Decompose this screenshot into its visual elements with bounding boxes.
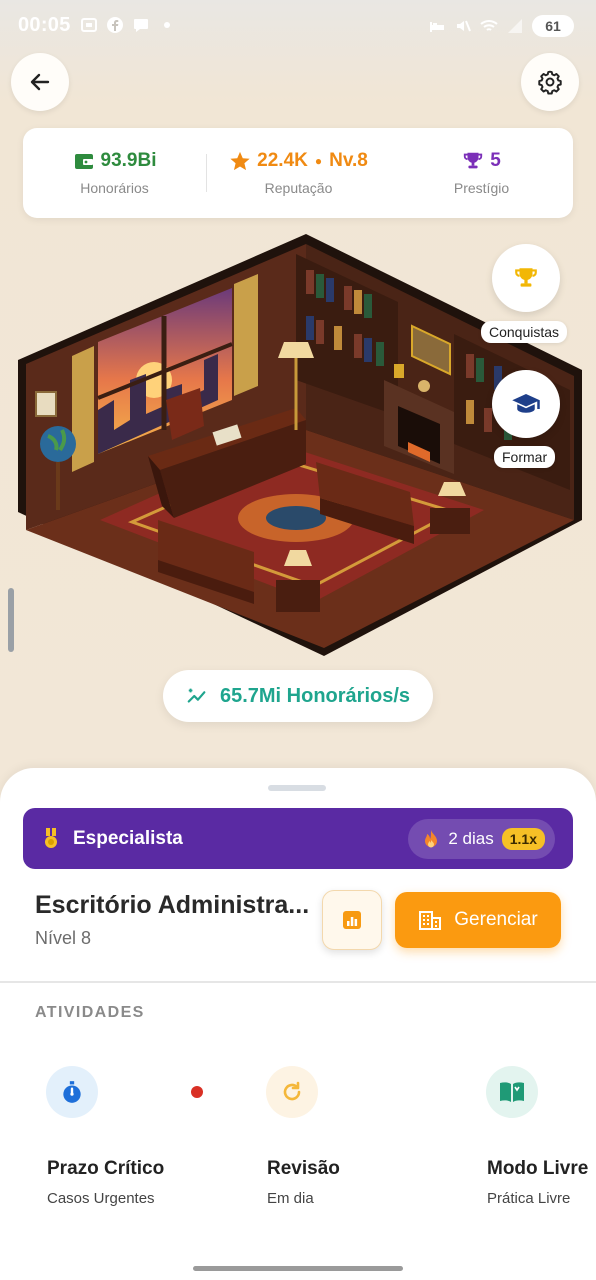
office-bottom-sheet: Especialista 2 dias 1.1x Escritório Admi… [0, 768, 596, 1280]
activity-subtitle: Em dia [267, 1190, 314, 1207]
bar-chart-icon [343, 911, 361, 929]
activity-title[interactable]: Prazo Crítico [47, 1158, 164, 1180]
chat-bubble-icon [134, 19, 148, 32]
manage-button[interactable]: Gerenciar [395, 892, 561, 948]
train-label[interactable]: Formar [494, 446, 556, 468]
notification-icons [80, 16, 170, 34]
resource-stats-card: 93.9Bi Honorários 22.4K ● Nv.8 Reputação… [23, 128, 573, 218]
medal-icon [45, 827, 57, 848]
reputation-stat: 22.4K ● Nv.8 Reputação [207, 128, 390, 218]
fire-icon [425, 830, 438, 848]
fees-value: 93.9Bi [100, 150, 157, 171]
battery-indicator: 61 [532, 15, 574, 37]
fees-label: Honorários [80, 180, 149, 196]
achievements-label[interactable]: Conquistas [481, 321, 568, 343]
prestige-stat: 5 Prestígio [390, 128, 573, 218]
notification-dot [191, 1086, 203, 1098]
system-indicators: 61 [428, 15, 574, 37]
income-rate-pill: 65.7Mi Honorários/s [163, 670, 433, 722]
more-notifications-dot [164, 22, 170, 28]
prestige-label: Prestígio [453, 180, 510, 196]
graduation-cap-icon [512, 394, 540, 413]
activity-subtitle: Prática Livre [487, 1190, 571, 1207]
refresh-icon [283, 1081, 301, 1101]
activity-critical-deadline-button[interactable] [46, 1066, 98, 1118]
stopwatch-icon [63, 1081, 81, 1103]
achievements-button[interactable] [492, 244, 560, 312]
multiplier-badge: 1.1x [501, 828, 545, 850]
income-rate-text: 65.7Mi Honorários/s [219, 684, 411, 707]
manage-label: Gerenciar [454, 909, 538, 930]
trophy-icon [515, 268, 537, 287]
status-bar: 00:05 61 [0, 0, 596, 54]
activity-title[interactable]: Modo Livre [487, 1158, 588, 1180]
trophy-icon [464, 152, 483, 169]
activity-subtitle: Casos Urgentes [47, 1190, 155, 1207]
stats-chart-button[interactable] [322, 890, 382, 950]
wifi-icon [480, 20, 498, 31]
train-button[interactable] [492, 370, 560, 438]
bed-icon [430, 22, 444, 32]
reputation-label: Reputação [264, 180, 333, 196]
home-indicator[interactable] [193, 1266, 403, 1271]
trend-sparkle-icon [187, 688, 206, 703]
sheet-drag-handle[interactable] [268, 785, 326, 791]
reputation-level: Nv.8 [329, 150, 368, 171]
activity-free-mode-button[interactable] [486, 1066, 538, 1118]
streak-days: 2 dias [448, 829, 494, 848]
edge-scroll-handle[interactable] [8, 588, 14, 652]
office-level: Nível 8 [35, 928, 92, 948]
wallet-icon [74, 154, 93, 169]
gear-icon [538, 70, 562, 95]
prestige-value: 5 [490, 150, 501, 171]
status-time: 00:05 [18, 14, 71, 36]
fees-stat: 93.9Bi Honorários [23, 128, 206, 218]
separator-dot-icon: ● [314, 154, 323, 168]
office-name: Escritório Administra... [35, 891, 310, 919]
building-icon [419, 911, 442, 930]
mute-icon [457, 20, 471, 32]
screenshot-icon [81, 18, 97, 32]
rank-title: Especialista [73, 827, 183, 849]
facebook-icon [107, 17, 123, 33]
reputation-value: 22.4K [257, 150, 308, 171]
activity-title[interactable]: Revisão [267, 1158, 340, 1180]
game-screen: 00:05 61 93.9Bi Honorários 22.4K ● Nv.8 … [0, 0, 596, 1280]
open-book-icon [500, 1082, 524, 1102]
back-button[interactable] [11, 53, 69, 111]
streak-badge[interactable]: 2 dias 1.1x [408, 819, 555, 859]
arrow-left-icon [30, 73, 50, 91]
activity-review-button[interactable] [266, 1066, 318, 1118]
star-icon [230, 151, 250, 171]
activities-section-title: ATIVIDADES [35, 1004, 145, 1021]
section-divider [0, 981, 596, 983]
signal-icon [508, 19, 522, 33]
rank-banner: Especialista 2 dias 1.1x [23, 808, 573, 869]
settings-button[interactable] [521, 53, 579, 111]
